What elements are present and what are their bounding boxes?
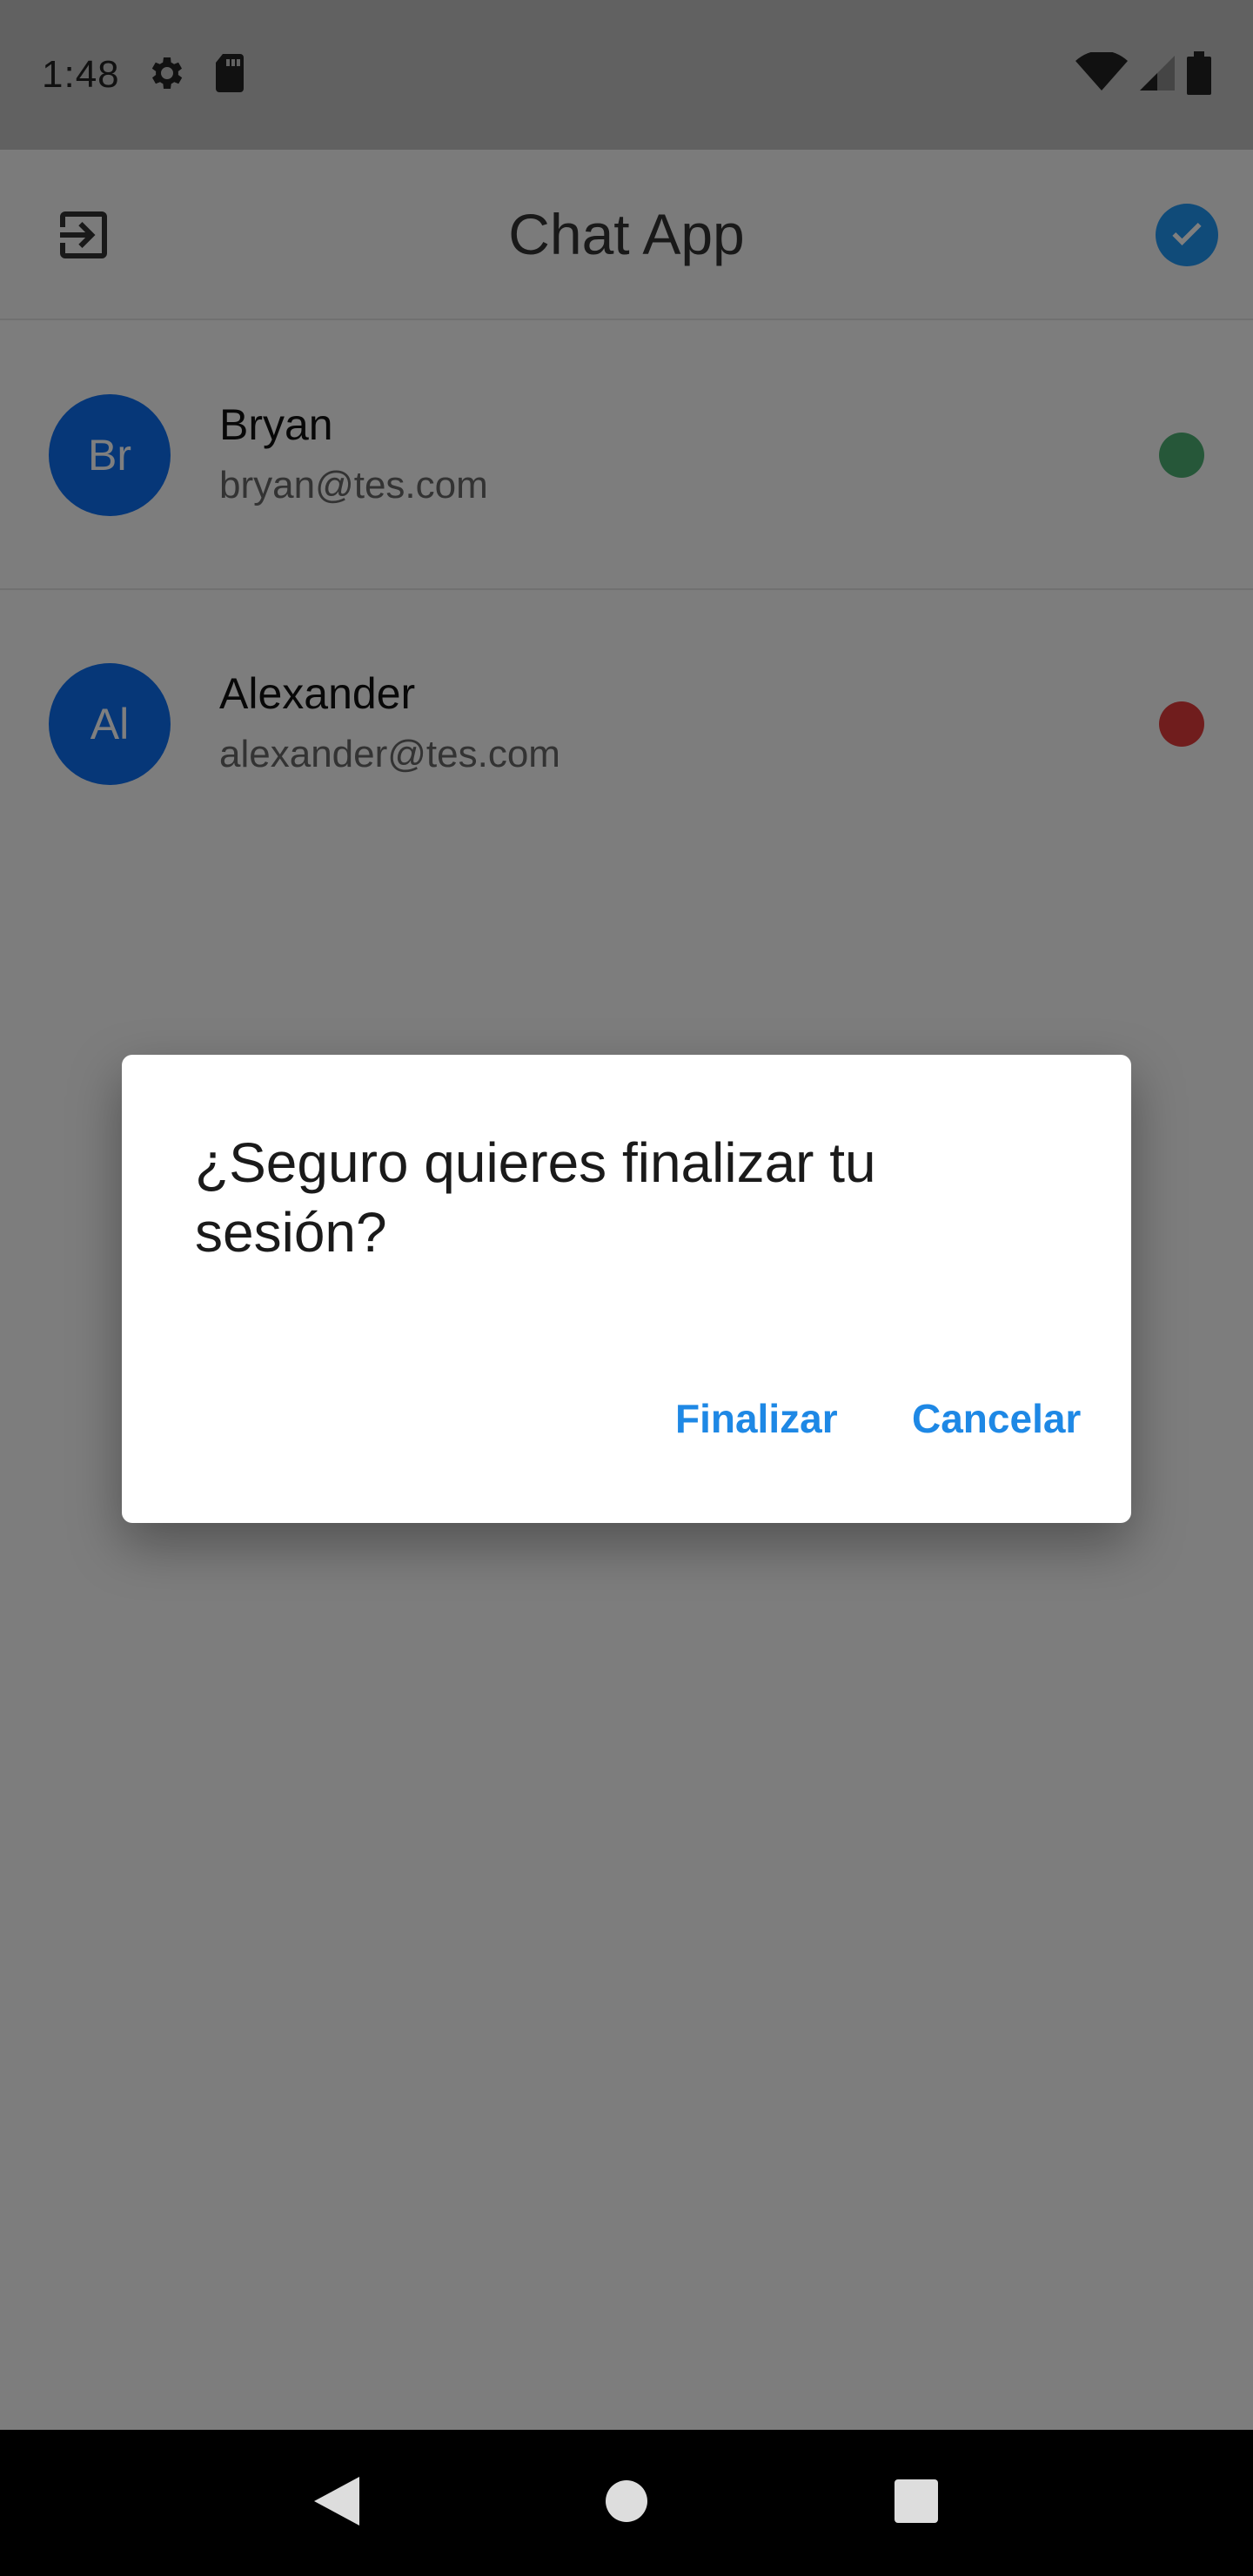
finalize-button[interactable]: Finalizar — [675, 1375, 838, 1462]
home-icon — [604, 2479, 649, 2528]
dialog-title: ¿Seguro quieres finalizar tu sesión? — [195, 1131, 876, 1264]
navigation-bar — [0, 2430, 1253, 2576]
back-button[interactable] — [293, 2459, 380, 2546]
home-button[interactable] — [583, 2459, 670, 2546]
logout-dialog: ¿Seguro quieres finalizar tu sesión? Fin… — [122, 1055, 1131, 1523]
screen: 1:48 Chat App — [0, 0, 1253, 2576]
back-icon — [311, 2473, 363, 2533]
cancel-button[interactable]: Cancelar — [912, 1375, 1081, 1462]
recents-button[interactable] — [873, 2459, 960, 2546]
recents-icon — [893, 2478, 940, 2529]
